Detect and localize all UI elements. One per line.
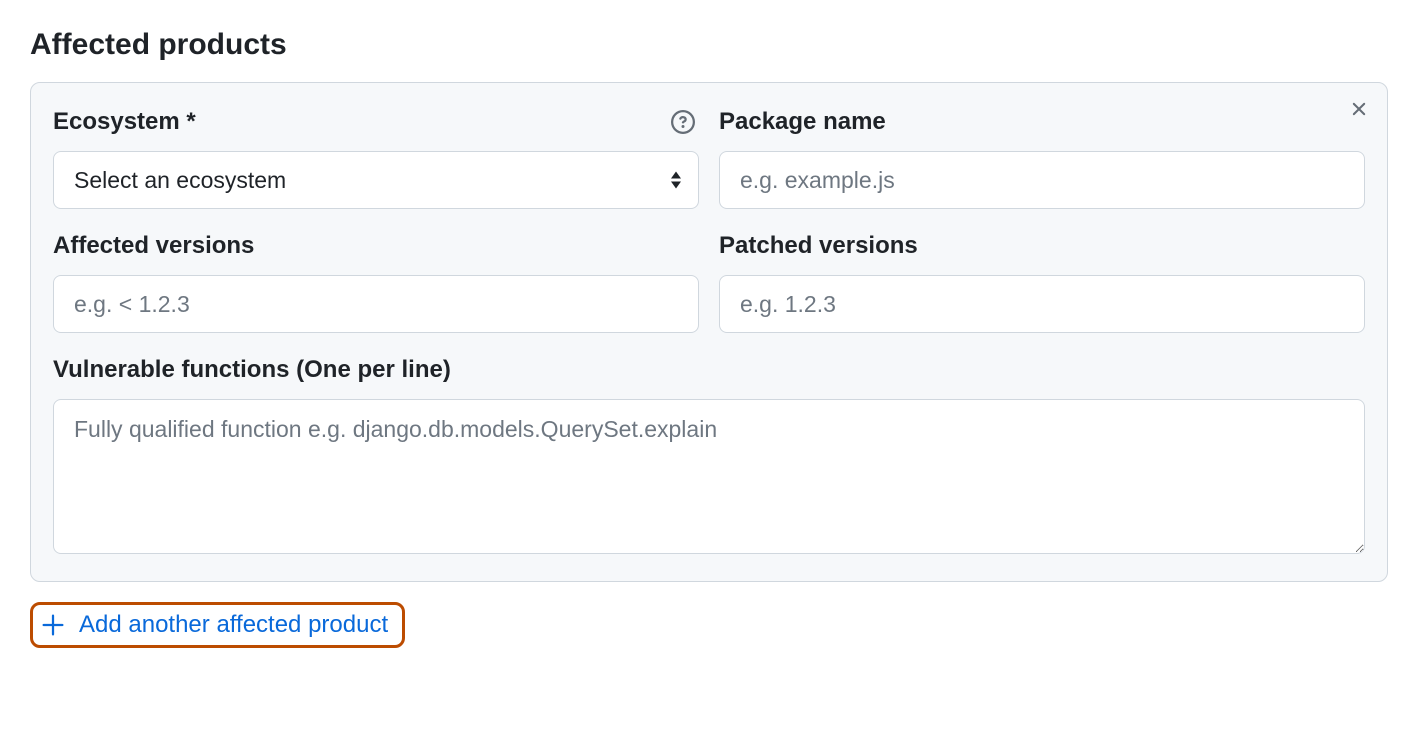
patched-versions-input[interactable]	[719, 275, 1365, 333]
package-name-input[interactable]	[719, 151, 1365, 209]
affected-product-card: Ecosystem * Select an ecosystem Package …	[30, 82, 1388, 582]
package-name-label: Package name	[719, 108, 886, 136]
ecosystem-select-value: Select an ecosystem	[74, 167, 286, 194]
remove-product-button[interactable]	[1345, 97, 1373, 125]
ecosystem-select[interactable]: Select an ecosystem	[53, 151, 699, 209]
vulnerable-functions-textarea[interactable]	[53, 399, 1365, 554]
add-another-product-button[interactable]: Add another affected product	[30, 602, 405, 648]
plus-icon	[41, 613, 65, 637]
info-icon[interactable]	[671, 110, 695, 134]
add-another-product-label: Add another affected product	[79, 611, 388, 639]
section-title: Affected products	[30, 28, 1388, 62]
ecosystem-label: Ecosystem *	[53, 108, 196, 136]
affected-versions-label: Affected versions	[53, 232, 254, 260]
close-icon	[1348, 98, 1370, 125]
patched-versions-label: Patched versions	[719, 232, 918, 260]
affected-versions-input[interactable]	[53, 275, 699, 333]
select-caret-icon	[670, 172, 682, 189]
vulnerable-functions-label: Vulnerable functions (One per line)	[53, 356, 451, 384]
